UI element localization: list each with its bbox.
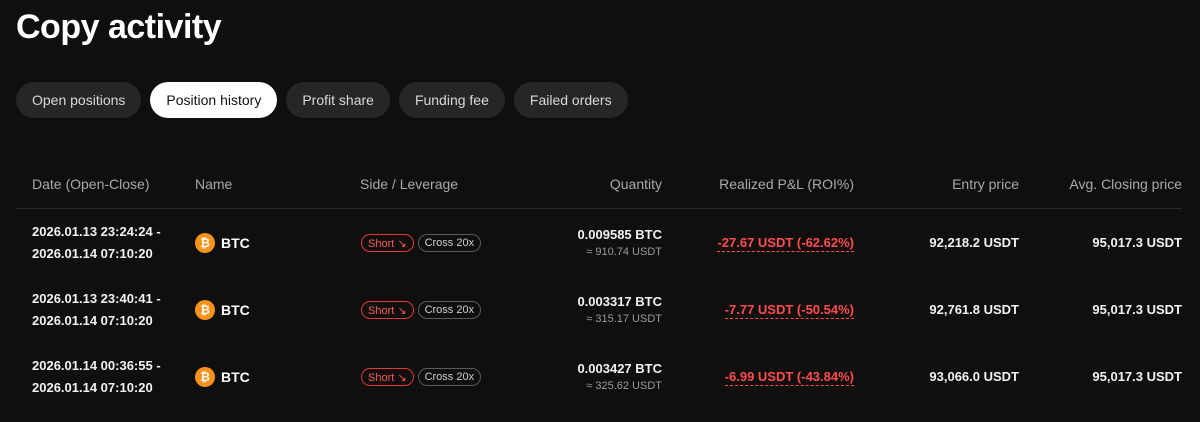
coin-name: BTC [221,302,250,318]
realized-pnl[interactable]: -7.77 USDT (-50.54%) [724,302,854,319]
avg-closing-price: 95,017.3 USDT [1092,369,1182,384]
quantity-usdt: ≈ 315.17 USDT [586,313,662,325]
bitcoin-icon: ₿ [195,233,215,253]
quantity-cell: 0.003427 BTC ≈ 325.62 USDT [577,360,662,394]
header-divider [16,208,1182,209]
open-time: 2026.01.13 23:24:24 - [32,224,161,239]
side-badge: Short ↘ [361,234,414,252]
tab-open-positions[interactable]: Open positions [16,82,142,118]
quantity-value: 0.003427 BTC [577,361,662,376]
tab-failed-orders[interactable]: Failed orders [513,82,628,118]
side-leverage-cell: Short ↘ Cross 20x [361,301,482,319]
side-badge: Short ↘ [361,301,414,319]
table-row[interactable]: 2026.01.14 00:36:55 - 2026.01.14 07:10:2… [0,355,1200,422]
table-row[interactable]: 2026.01.13 23:24:24 - 2026.01.14 07:10:2… [0,221,1200,288]
page-title: Copy activity [16,8,222,46]
tab-position-history[interactable]: Position history [150,82,278,118]
column-header-date: Date (Open-Close) [32,176,150,192]
column-header-entry-price: Entry price [952,176,1019,192]
close-time: 2026.01.14 07:10:20 [32,246,153,261]
date-cell: 2026.01.14 00:36:55 - 2026.01.14 07:10:2… [32,355,161,399]
open-time: 2026.01.14 00:36:55 - [32,358,161,373]
table-row[interactable]: 2026.01.13 23:40:41 - 2026.01.14 07:10:2… [0,288,1200,355]
bitcoin-icon: ₿ [195,367,215,387]
table-header: Date (Open-Close) Name Side / Leverage Q… [16,166,1182,202]
quantity-value: 0.009585 BTC [577,227,662,242]
tab-funding-fee[interactable]: Funding fee [398,82,505,118]
quantity-cell: 0.009585 BTC ≈ 910.74 USDT [577,226,662,260]
side-leverage-cell: Short ↘ Cross 20x [361,368,482,386]
close-time: 2026.01.14 07:10:20 [32,313,153,328]
date-cell: 2026.01.13 23:24:24 - 2026.01.14 07:10:2… [32,221,161,265]
name-cell: ₿ BTC [195,367,250,387]
name-cell: ₿ BTC [195,300,250,320]
quantity-value: 0.003317 BTC [577,294,662,309]
pnl-cell: -27.67 USDT (-62.62%) [717,234,854,252]
avg-closing-price: 95,017.3 USDT [1092,302,1182,317]
close-time: 2026.01.14 07:10:20 [32,380,153,395]
side-leverage-cell: Short ↘ Cross 20x [361,234,482,252]
column-header-quantity: Quantity [609,176,662,192]
bitcoin-icon: ₿ [195,300,215,320]
side-badge: Short ↘ [361,368,414,386]
column-header-name: Name [195,176,233,192]
leverage-badge: Cross 20x [417,368,482,386]
avg-closing-price: 95,017.3 USDT [1092,235,1182,250]
realized-pnl[interactable]: -6.99 USDT (-43.84%) [724,369,854,386]
realized-pnl[interactable]: -27.67 USDT (-62.62%) [717,235,854,252]
name-cell: ₿ BTC [195,233,250,253]
entry-price: 92,218.2 USDT [929,235,1019,250]
leverage-badge: Cross 20x [417,301,482,319]
date-cell: 2026.01.13 23:40:41 - 2026.01.14 07:10:2… [32,288,161,332]
tab-bar: Open positions Position history Profit s… [16,82,628,118]
column-header-side-leverage: Side / Leverage [360,176,459,192]
quantity-usdt: ≈ 910.74 USDT [586,246,662,258]
pnl-cell: -7.77 USDT (-50.54%) [724,301,854,319]
coin-name: BTC [221,369,250,385]
entry-price: 93,066.0 USDT [929,369,1019,384]
pnl-cell: -6.99 USDT (-43.84%) [724,368,854,386]
quantity-usdt: ≈ 325.62 USDT [586,380,662,392]
coin-name: BTC [221,235,250,251]
tab-profit-share[interactable]: Profit share [286,82,390,118]
leverage-badge: Cross 20x [417,234,482,252]
column-header-realized-pnl: Realized P&L (ROI%) [719,176,854,192]
quantity-cell: 0.003317 BTC ≈ 315.17 USDT [577,293,662,327]
column-header-avg-closing-price: Avg. Closing price [1069,176,1182,192]
open-time: 2026.01.13 23:40:41 - [32,291,161,306]
entry-price: 92,761.8 USDT [929,302,1019,317]
